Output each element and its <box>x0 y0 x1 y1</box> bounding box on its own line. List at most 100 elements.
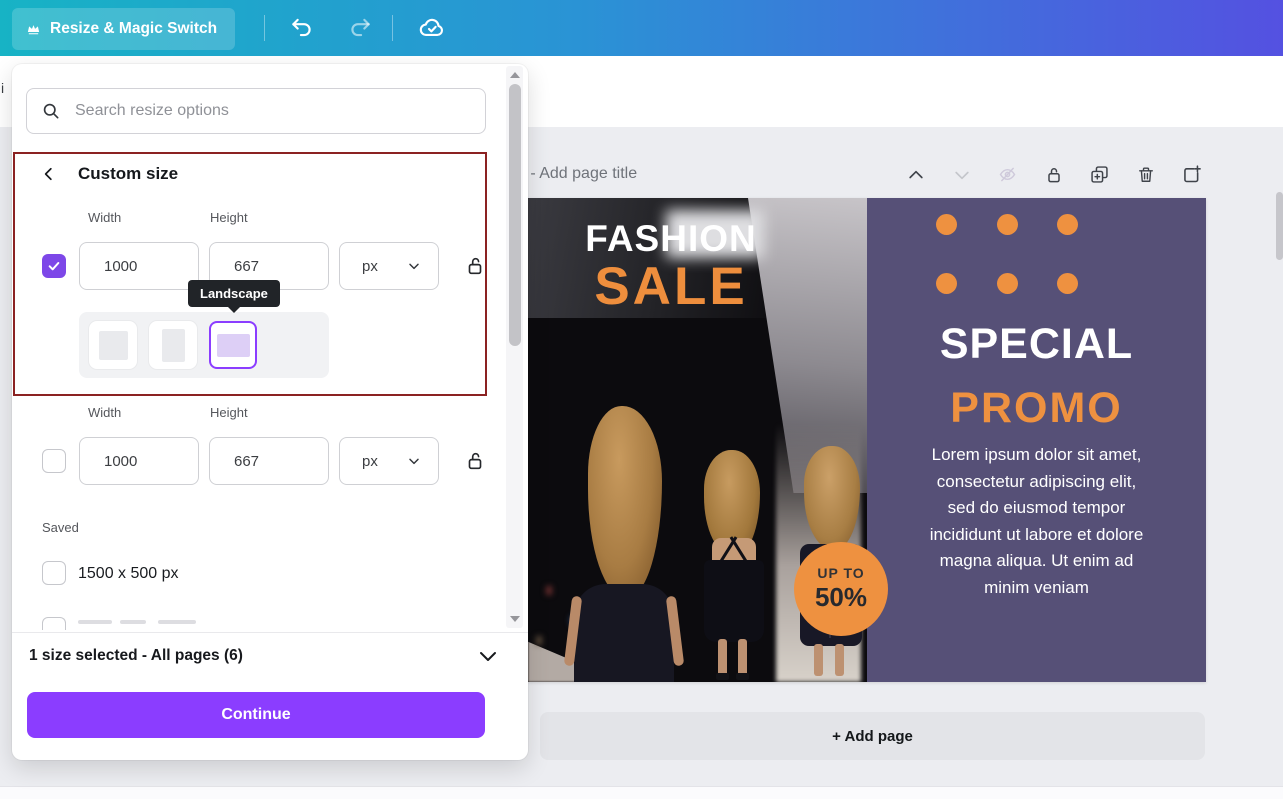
panel-scrollbar-thumb[interactable] <box>509 84 521 346</box>
unlock-icon <box>464 450 486 472</box>
crown-icon <box>26 22 41 37</box>
subhead-promo: PROMO <box>867 384 1206 433</box>
redo-icon <box>347 15 373 41</box>
expand-summary-button[interactable] <box>476 644 500 668</box>
page-actions-toolbar <box>905 164 1202 185</box>
saved-section-label: Saved <box>42 520 79 535</box>
second-size-checkbox[interactable] <box>42 449 66 473</box>
duplicate-page-icon <box>1089 164 1110 185</box>
scroll-down-arrow-icon[interactable] <box>510 616 520 622</box>
search-icon <box>41 101 61 121</box>
redo-button[interactable] <box>340 11 380 45</box>
add-page-button[interactable]: + Add page <box>540 712 1205 760</box>
width-input[interactable] <box>79 242 199 290</box>
panel-scrollbar[interactable] <box>506 66 523 628</box>
hide-page-button[interactable] <box>997 164 1018 185</box>
promo-body-text: Lorem ipsum dolor sit amet, consectetur … <box>930 442 1144 601</box>
aspect-lock-button[interactable] <box>462 448 488 474</box>
footer-divider <box>12 632 528 633</box>
model-middle-dress <box>704 560 764 642</box>
model-leg <box>738 639 747 676</box>
delete-page-button[interactable] <box>1135 164 1156 185</box>
clipped-text-fragment: i <box>1 80 4 96</box>
saved-size-label: 1500 x 500 px <box>78 565 179 583</box>
page-title[interactable]: 6 - Add page title <box>517 165 637 183</box>
decorative-dot <box>997 214 1018 235</box>
move-page-down-button[interactable] <box>951 164 972 185</box>
eye-off-icon <box>997 164 1018 185</box>
bottom-bar <box>0 786 1283 799</box>
width-input[interactable] <box>79 437 199 485</box>
duplicate-page-button[interactable] <box>1089 164 1110 185</box>
toolbar-divider <box>392 15 393 41</box>
chevron-down-icon <box>406 258 422 274</box>
custom-size-title: Custom size <box>78 164 178 184</box>
model-left-hair <box>588 406 662 598</box>
undo-button[interactable] <box>282 11 322 45</box>
continue-button[interactable]: Continue <box>27 692 485 738</box>
search-input[interactable] <box>73 101 471 121</box>
decorative-dot <box>997 273 1018 294</box>
width-label: Width <box>88 210 121 225</box>
cloud-save-button[interactable] <box>412 11 452 45</box>
search-box <box>26 88 486 134</box>
custom-size-checkbox[interactable] <box>42 254 66 278</box>
height-label: Height <box>210 405 248 420</box>
back-chevron-icon[interactable] <box>40 165 58 183</box>
clipped-text-fragment <box>120 620 146 624</box>
toolbar-divider <box>264 15 265 41</box>
subhead-special: SPECIAL <box>867 320 1206 369</box>
square-shape <box>99 331 128 360</box>
orientation-landscape-button[interactable] <box>209 321 257 369</box>
audience-speck <box>546 586 552 595</box>
lock-page-button[interactable] <box>1043 164 1064 185</box>
move-page-up-button[interactable] <box>905 164 926 185</box>
model-leg <box>718 639 727 676</box>
saved-size-checkbox-partial[interactable] <box>42 617 66 630</box>
height-input[interactable] <box>209 437 329 485</box>
unit-select[interactable]: px <box>339 242 439 290</box>
lock-icon <box>1044 165 1064 185</box>
resize-panel: Custom size Width Height px Landscape <box>12 64 528 760</box>
top-toolbar: Resize & Magic Switch <box>0 0 1283 56</box>
saved-size-checkbox[interactable] <box>42 561 66 585</box>
badge-percent: 50% <box>815 582 867 613</box>
resize-button-label: Resize & Magic Switch <box>50 20 217 38</box>
unlock-icon <box>464 255 486 277</box>
canvas-scrollbar-thumb[interactable] <box>1276 192 1283 260</box>
unit-select[interactable]: px <box>339 437 439 485</box>
orientation-portrait-button[interactable] <box>149 321 197 369</box>
check-icon <box>46 258 62 274</box>
portrait-shape <box>162 329 185 362</box>
chevron-up-icon <box>906 165 926 185</box>
headline-sale: SALE <box>550 256 792 317</box>
model-left-gown <box>574 584 674 682</box>
orientation-square-button[interactable] <box>89 321 137 369</box>
decorative-dot <box>1057 214 1078 235</box>
badge-up-to: UP TO <box>817 565 864 581</box>
undo-icon <box>289 15 315 41</box>
audience-speck <box>536 636 542 645</box>
headline-fashion: FASHION <box>550 218 792 260</box>
add-page-icon-button[interactable] <box>1181 164 1202 185</box>
clipped-text-fragment <box>158 620 196 624</box>
unit-value: px <box>362 453 378 470</box>
design-page[interactable]: FASHION SALE SPECIAL PROMO Lorem ipsum d… <box>528 198 1206 682</box>
width-label: Width <box>88 405 121 420</box>
resize-magic-switch-button[interactable]: Resize & Magic Switch <box>12 8 235 50</box>
aspect-lock-button[interactable] <box>462 253 488 279</box>
decorative-dot <box>936 273 957 294</box>
model-shoe <box>716 673 729 680</box>
height-label: Height <box>210 210 248 225</box>
decorative-dot <box>936 214 957 235</box>
selection-summary: 1 size selected - All pages (6) <box>29 647 243 665</box>
cloud-check-icon <box>417 13 447 43</box>
model-leg <box>835 644 844 676</box>
scroll-up-arrow-icon[interactable] <box>510 72 520 78</box>
chevron-down-icon <box>476 644 500 668</box>
chevron-down-icon <box>406 453 422 469</box>
model-shoe <box>736 673 749 680</box>
decorative-dot <box>1057 273 1078 294</box>
clipped-text-fragment <box>78 620 112 624</box>
chevron-down-icon <box>952 165 972 185</box>
